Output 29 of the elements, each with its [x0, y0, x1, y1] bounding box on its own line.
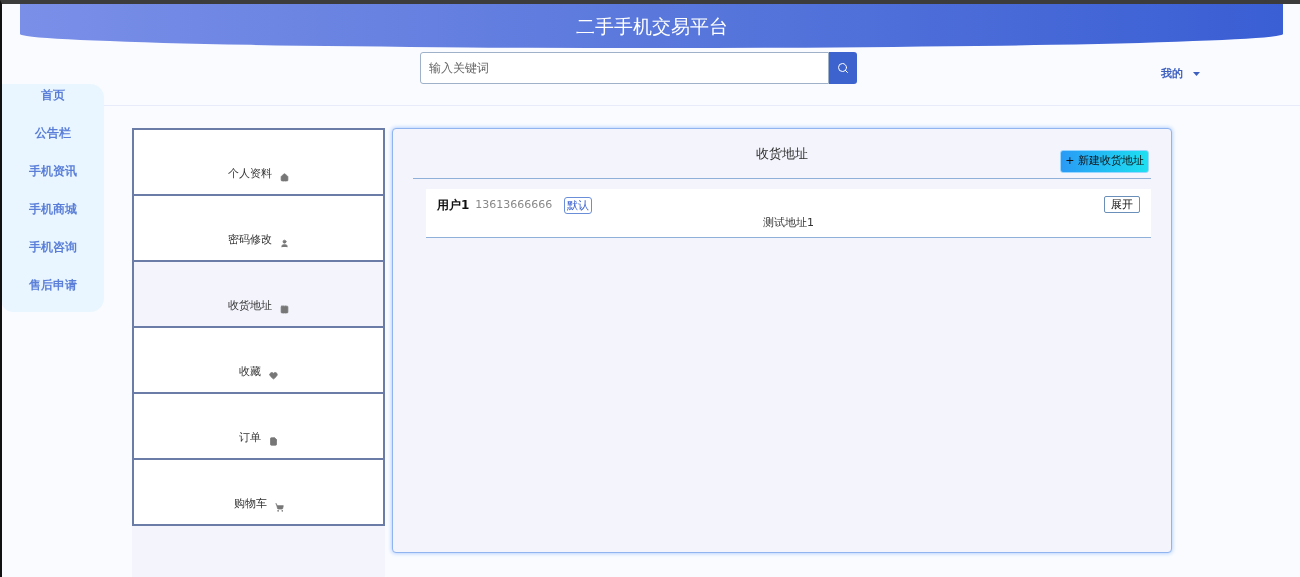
recipient-name: 用户1 — [437, 197, 470, 214]
panel-title: 收货地址 — [756, 144, 808, 163]
search-field[interactable]: 输入关键词 — [420, 52, 829, 84]
account-menu-item[interactable]: 订单 — [132, 392, 385, 460]
file-icon — [269, 437, 278, 446]
account-menu-item[interactable]: 收藏 — [132, 326, 385, 394]
search-button[interactable] — [829, 52, 857, 84]
nav-link[interactable]: 公告栏 — [35, 124, 71, 143]
columns-icon — [280, 305, 289, 314]
phone-number: 13613666666 — [475, 196, 553, 213]
nav-link[interactable]: 手机商城 — [29, 200, 77, 219]
account-menu-item[interactable]: 个人资料 — [132, 128, 385, 196]
cart-icon — [274, 503, 284, 512]
site-title: 二手手机交易平台 — [575, 13, 728, 39]
account-menu-item[interactable]: 收货地址 — [132, 260, 385, 328]
caret-icon — [1193, 72, 1200, 77]
heart-icon — [269, 371, 278, 380]
default-tag: 默认 — [564, 196, 593, 214]
address-text: 测试地址1 — [763, 216, 814, 229]
new-address-button[interactable]: + 新建收货地址 — [1060, 150, 1149, 173]
user-icon — [280, 239, 289, 248]
user-menu-button[interactable]: 我的 — [1161, 66, 1200, 83]
search-icon — [837, 62, 849, 74]
account-menu-item[interactable]: 购物车 — [132, 458, 385, 526]
account-menu-item[interactable]: 密码修改 — [132, 194, 385, 262]
nav-link[interactable]: 手机咨询 — [29, 238, 77, 257]
nav-link[interactable]: 手机资讯 — [29, 162, 77, 181]
house-icon — [280, 173, 289, 182]
expand-button[interactable]: 展开 — [1104, 196, 1140, 213]
